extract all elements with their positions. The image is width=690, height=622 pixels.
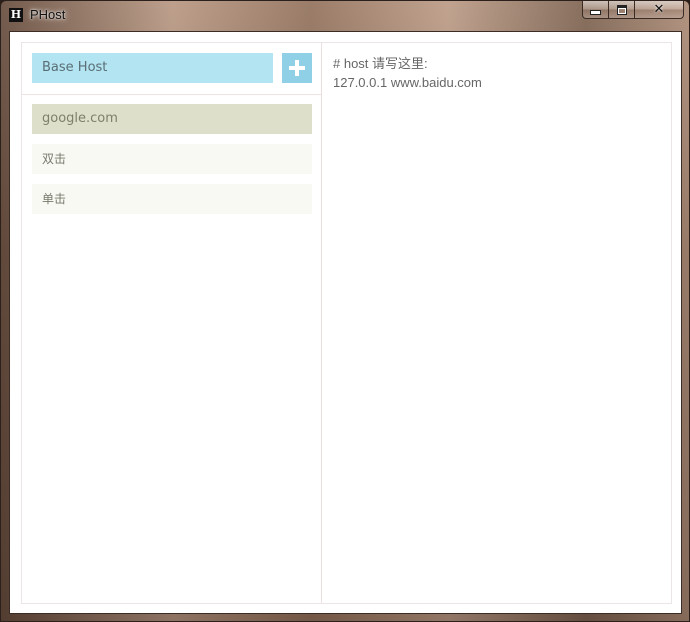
host-item-single-click[interactable]: 单击 [32, 184, 312, 214]
minimize-button[interactable] [582, 1, 609, 19]
content-frame: Base Host google.com 双击 单击 # host 请写这里: 1… [21, 42, 672, 604]
editor-line: # host 请写这里: [333, 56, 428, 71]
add-host-button[interactable] [282, 53, 312, 83]
close-icon: ✕ [653, 2, 665, 17]
host-sidebar: Base Host google.com 双击 单击 [22, 43, 322, 603]
hosts-editor[interactable]: # host 请写这里: 127.0.0.1 www.baidu.com [323, 43, 671, 603]
maximize-icon [616, 4, 627, 15]
host-item-google[interactable]: google.com [32, 104, 312, 134]
sidebar-header: Base Host [22, 43, 321, 95]
app-window: H PHost ✕ Base Host google.com 双击 单击 # h… [0, 0, 690, 622]
app-logo-icon: H [9, 8, 23, 22]
window-title: PHost [30, 7, 66, 22]
window-controls: ✕ [582, 1, 684, 20]
host-item-double-click[interactable]: 双击 [32, 144, 312, 174]
maximize-button[interactable] [609, 1, 635, 19]
base-host-button[interactable]: Base Host [32, 53, 273, 83]
editor-line: 127.0.0.1 www.baidu.com [333, 75, 482, 90]
close-button[interactable]: ✕ [635, 1, 684, 19]
minimize-icon [590, 10, 601, 15]
host-list: google.com 双击 单击 [32, 104, 312, 224]
client-area: Base Host google.com 双击 单击 # host 请写这里: 1… [9, 31, 682, 614]
title-bar[interactable]: H PHost ✕ [1, 1, 689, 31]
